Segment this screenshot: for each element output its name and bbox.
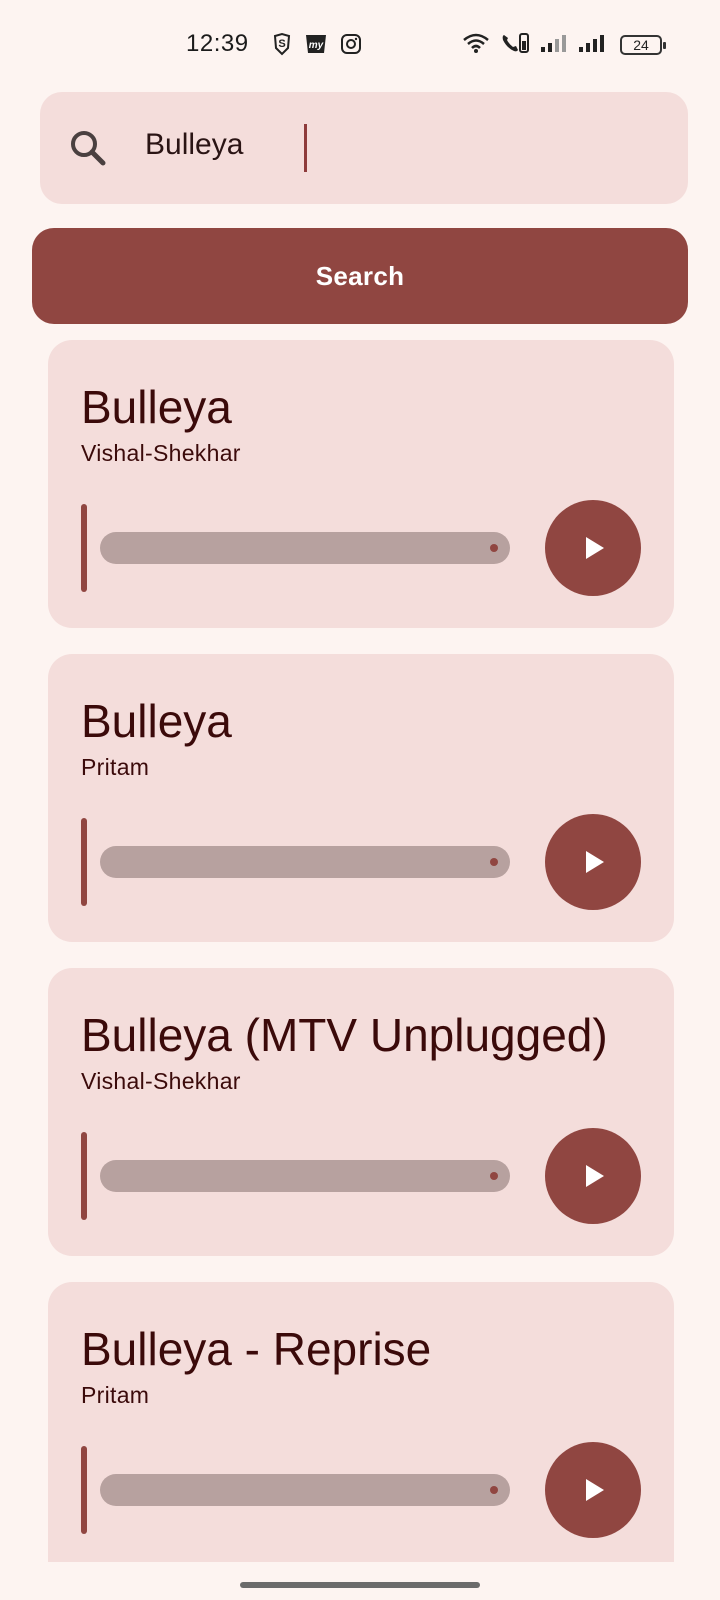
song-card: Bulleya Vishal-Shekhar xyxy=(48,340,674,628)
svg-text:my: my xyxy=(309,40,324,51)
song-artist: Vishal-Shekhar xyxy=(81,1068,241,1094)
song-card: Bulleya Pritam xyxy=(48,654,674,942)
seek-bar[interactable] xyxy=(100,532,510,564)
play-icon xyxy=(586,1479,604,1501)
signal-icon xyxy=(578,33,606,58)
status-bar: 12:39 S my 24 xyxy=(0,0,720,90)
seek-bar[interactable] xyxy=(100,1474,510,1506)
play-button[interactable] xyxy=(545,500,641,596)
play-icon xyxy=(586,537,604,559)
shield-s-icon: S xyxy=(272,32,292,61)
seek-end-dot xyxy=(490,1486,498,1494)
play-button[interactable] xyxy=(545,814,641,910)
search-button[interactable]: Search xyxy=(32,228,688,324)
seek-thumb[interactable] xyxy=(81,1132,87,1220)
seek-bar[interactable] xyxy=(100,1160,510,1192)
search-input[interactable]: Bulleya xyxy=(40,92,688,204)
song-artist: Vishal-Shekhar xyxy=(81,440,241,466)
song-artist: Pritam xyxy=(81,754,150,780)
svg-text:S: S xyxy=(278,38,285,50)
seek-end-dot xyxy=(490,544,498,552)
play-icon xyxy=(586,851,604,873)
play-button[interactable] xyxy=(545,1128,641,1224)
play-icon xyxy=(586,1165,604,1187)
play-button[interactable] xyxy=(545,1442,641,1538)
wifi-icon xyxy=(462,32,490,59)
notification-icons: S my xyxy=(272,32,362,61)
status-time: 12:39 xyxy=(186,30,249,57)
search-icon xyxy=(68,128,108,173)
song-title: Bulleya (MTV Unplugged) xyxy=(81,1009,608,1061)
song-title: Bulleya - Reprise xyxy=(81,1323,432,1375)
signal-icon xyxy=(540,33,568,58)
song-card: Bulleya - Reprise Pritam xyxy=(48,1282,674,1562)
song-card: Bulleya (MTV Unplugged) Vishal-Shekhar xyxy=(48,968,674,1256)
seek-bar[interactable] xyxy=(100,846,510,878)
myntra-icon: my xyxy=(304,33,328,60)
song-artist: Pritam xyxy=(81,1382,150,1408)
search-query-text: Bulleya xyxy=(145,128,244,161)
instagram-icon xyxy=(340,33,362,60)
call-icon xyxy=(500,32,530,59)
system-icons xyxy=(462,32,606,59)
seek-thumb[interactable] xyxy=(81,504,87,592)
seek-thumb[interactable] xyxy=(81,1446,87,1534)
song-title: Bulleya xyxy=(81,695,232,747)
battery-indicator: 24 xyxy=(620,35,666,55)
home-indicator[interactable] xyxy=(240,1582,480,1588)
seek-end-dot xyxy=(490,858,498,866)
seek-end-dot xyxy=(490,1172,498,1180)
seek-thumb[interactable] xyxy=(81,818,87,906)
text-caret xyxy=(304,124,307,172)
song-title: Bulleya xyxy=(81,381,232,433)
